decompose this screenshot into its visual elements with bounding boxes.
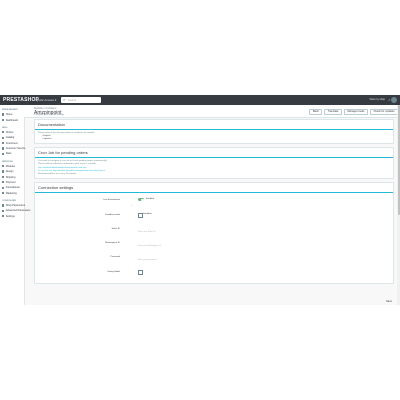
field-label: Seller ID xyxy=(111,227,120,230)
stats-icon xyxy=(2,152,5,155)
main-content: Documentation Please refer to the docume… xyxy=(34,119,394,287)
sidebar-section: PRESTASHOP Home Dashboard xyxy=(0,105,24,123)
form-row-password: Password Enter your password xyxy=(38,254,390,268)
save-button[interactable]: Save xyxy=(386,300,392,303)
sidebar-item-label: Dashboard xyxy=(5,118,18,122)
sidebar-item-label: Shop Parameters xyxy=(5,204,26,208)
payment-icon xyxy=(2,181,5,184)
connection-panel: Connection settings ‹ Live Environment E… xyxy=(34,182,394,285)
sidebar-item-label: Customers xyxy=(5,141,18,145)
search-placeholder: Search xyxy=(68,98,77,102)
sidebar-item-label: Advanced Parameters xyxy=(5,209,31,213)
customers-icon xyxy=(2,141,5,145)
sidebar-section-title: CONFIGURE xyxy=(2,199,17,202)
orders-icon xyxy=(2,131,5,134)
form-row-seller-id: Seller ID Enter your Seller ID xyxy=(38,226,390,240)
top-navbar: PRESTASHOP Quick Access ▾ ⌕ Search View … xyxy=(0,95,400,105)
chat-icon xyxy=(2,147,5,150)
panel-title: Documentation xyxy=(35,120,393,130)
bell-icon[interactable]: ♪ xyxy=(388,97,390,102)
field-label: Password xyxy=(110,256,120,259)
sidebar-item-label: International xyxy=(5,186,20,190)
doc-link-spanish[interactable]: • Spanish xyxy=(38,138,390,141)
sidebar: PRESTASHOP Home Dashboard SELL Orders Ca… xyxy=(0,105,30,305)
switch-knob xyxy=(141,198,144,201)
view-shop-link[interactable]: View my shop xyxy=(369,98,385,101)
settings-icon xyxy=(2,204,5,207)
sidebar-section: IMPROVE Modules Design Shipping Payment … xyxy=(0,157,24,196)
marketplace-id-field[interactable]: Enter your Marketplace ID xyxy=(138,245,161,247)
sidebar-item-label: Home xyxy=(5,113,13,117)
sidebar-item-label: Shipping xyxy=(5,175,16,179)
sidebar-item-label: Marketing xyxy=(5,191,17,195)
panel-body: Please refer to the documentation to con… xyxy=(35,130,393,143)
translate-button[interactable]: Translate xyxy=(324,108,342,116)
check-updates-button[interactable]: Check for updates xyxy=(369,108,398,116)
scrollbar-thumb[interactable] xyxy=(397,105,400,215)
checkbox-label: Sandbox xyxy=(143,212,152,215)
sidebar-item-label: Catalog xyxy=(5,136,15,140)
globe-icon xyxy=(2,186,5,189)
header-toolbar: Back Translate Manage hooks Check for up… xyxy=(309,108,398,116)
form-row-live: Live Environment Enabled xyxy=(38,197,390,211)
panel-body: You need to configure a cron job to chec… xyxy=(35,158,393,178)
home-icon xyxy=(2,113,5,116)
live-mode-switch[interactable] xyxy=(138,198,144,202)
sidebar-item-settings[interactable]: Settings xyxy=(0,214,24,219)
catalog-icon xyxy=(2,136,5,139)
panel-title: Cron Job for pending orders xyxy=(35,148,393,159)
truck-icon xyxy=(2,175,5,178)
manage-hooks-button[interactable]: Manage hooks xyxy=(343,108,368,116)
cron-panel: Cron Job for pending orders You need to … xyxy=(34,147,394,180)
sidebar-section-title: SELL xyxy=(2,126,8,129)
user-avatar-icon[interactable] xyxy=(391,97,397,103)
seller-id-field[interactable]: Enter your Seller ID xyxy=(138,231,155,233)
cron-note: Recommended to run every 15 minutes xyxy=(38,173,77,176)
app-window: PRESTASHOP Quick Access ▾ ⌕ Search View … xyxy=(0,95,400,305)
sidebar-item-label: Stats xyxy=(5,152,12,156)
password-field[interactable]: Enter your password xyxy=(138,259,156,261)
sidebar-item-label: Modules xyxy=(5,164,16,168)
page-subtitle: Configure your module settings xyxy=(34,114,65,116)
field-label: Marketplace ID xyxy=(105,242,120,245)
sidebar-section: CONFIGURE Shop Parameters Advanced Param… xyxy=(0,196,30,219)
page-header: Modules / Configure Amzpinpoint Configur… xyxy=(24,105,400,118)
brand-logo[interactable]: PRESTASHOP xyxy=(3,97,39,103)
cog-icon xyxy=(2,215,5,218)
field-label: Live Environment xyxy=(103,199,120,202)
sidebar-item-label: Payment xyxy=(5,180,16,184)
sidebar-item-label: Settings xyxy=(5,214,15,218)
switch-value: Enabled xyxy=(146,198,155,201)
search-input[interactable]: ⌕ Search xyxy=(61,97,101,103)
sidebar-section-title: PRESTASHOP xyxy=(2,109,18,111)
sidebar-item-label: Orders xyxy=(5,130,14,134)
sidebar-item-label: Customer Service xyxy=(5,147,26,151)
dashboard-icon xyxy=(2,118,5,121)
doc-link-label[interactable]: Spanish xyxy=(43,138,51,140)
back-button[interactable]: Back xyxy=(309,108,323,116)
sidebar-section: SELL Orders Catalog Customers Customer S… xyxy=(0,123,26,157)
panel-body: Live Environment Enabled Sandbox mode Sa… xyxy=(35,193,393,285)
field-label: Sandbox mode xyxy=(105,213,120,216)
marketing-icon xyxy=(2,191,5,195)
gear-icon xyxy=(2,209,5,212)
sidebar-section-title: IMPROVE xyxy=(2,160,13,163)
field-label: Debug Mode xyxy=(107,270,120,273)
panel-title: Connection settings xyxy=(35,183,393,194)
form-row-sandbox: Sandbox mode Sandbox xyxy=(38,212,390,226)
sidebar-item-label: Design xyxy=(5,170,14,174)
design-icon xyxy=(2,170,5,173)
form-row-debug: Debug Mode xyxy=(38,269,390,283)
doc-link-label[interactable]: English xyxy=(43,135,50,137)
documentation-panel: Documentation Please refer to the docume… xyxy=(34,119,394,145)
search-icon: ⌕ xyxy=(63,97,66,102)
debug-checkbox[interactable] xyxy=(138,269,143,275)
puzzle-icon xyxy=(2,165,5,168)
form-row-marketplace-id: Marketplace ID Enter your Marketplace ID xyxy=(38,240,390,254)
quick-access-menu[interactable]: Quick Access ▾ xyxy=(36,98,56,102)
